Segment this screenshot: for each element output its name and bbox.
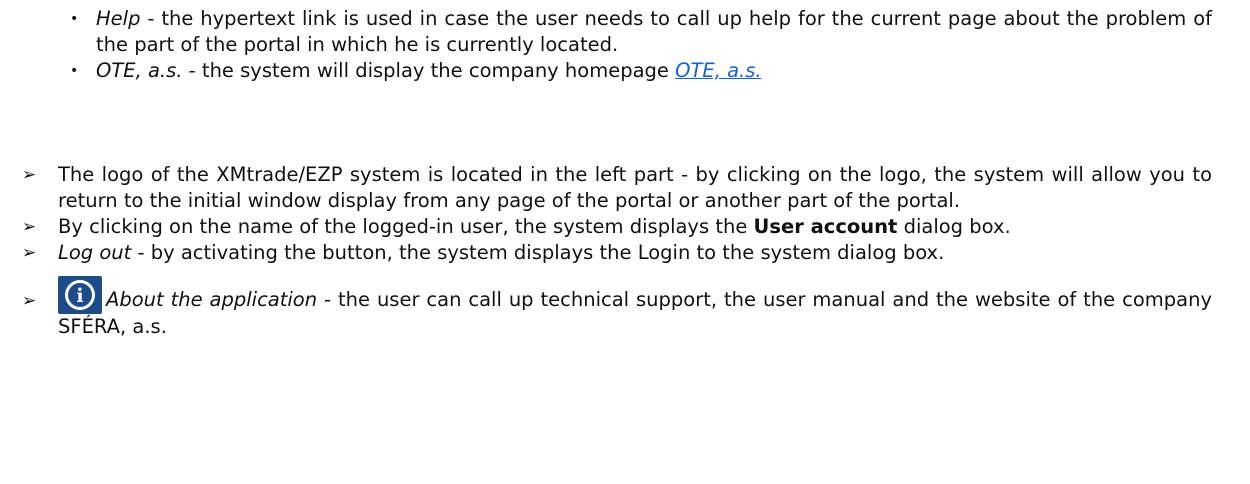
logout-description: - by activating the button, the system d…: [131, 241, 945, 264]
list-item-about: ➢ i About the application - the user can…: [0, 276, 1250, 340]
document-page: • Help - the hypertext link is used in c…: [0, 0, 1250, 484]
info-icon: i: [58, 276, 102, 314]
bullet-icon: •: [70, 11, 79, 27]
info-icon-letter: i: [76, 285, 83, 307]
list-item-logo: ➢ The logo of the XMtrade/EZP system is …: [0, 162, 1250, 214]
term-logout: Log out: [58, 241, 132, 264]
list-item-ote: • OTE, a.s. - the system will display th…: [0, 58, 1250, 84]
arrow-list: ➢ The logo of the XMtrade/EZP system is …: [0, 162, 1250, 340]
user-account-term: User account: [753, 215, 898, 238]
term-ote: OTE, a.s.: [96, 59, 183, 82]
list-item-help: • Help - the hypertext link is used in c…: [0, 6, 1250, 58]
list-item-logout: ➢ Log out - by activating the button, th…: [0, 240, 1250, 266]
list-item-user-account: ➢ By clicking on the name of the logged-…: [0, 214, 1250, 240]
logo-description: The logo of the XMtrade/EZP system is lo…: [58, 163, 1212, 212]
arrow-bullet-icon: ➢: [22, 243, 37, 263]
bullet-list: • Help - the hypertext link is used in c…: [0, 6, 1250, 84]
term-help: Help: [96, 7, 141, 30]
arrow-bullet-icon: ➢: [22, 217, 37, 237]
arrow-bullet-icon: ➢: [22, 291, 37, 311]
user-account-pre: By clicking on the name of the logged-in…: [58, 215, 754, 238]
arrow-bullet-icon: ➢: [22, 165, 37, 185]
ote-homepage-link[interactable]: OTE, a.s.: [675, 59, 761, 82]
help-description: - the hypertext link is used in case the…: [96, 7, 1212, 56]
user-account-post: dialog box.: [897, 215, 1011, 238]
ote-description: - the system will display the company ho…: [182, 59, 676, 82]
term-about: About the application: [106, 288, 318, 311]
bullet-icon: •: [70, 63, 79, 79]
